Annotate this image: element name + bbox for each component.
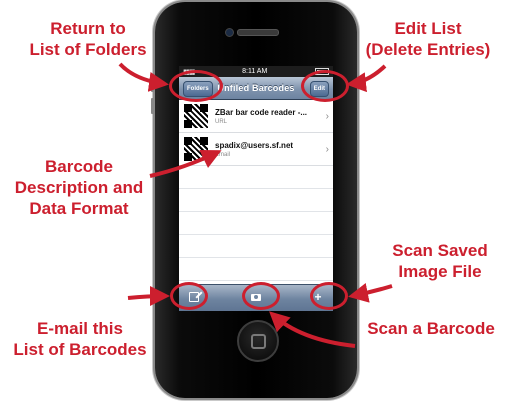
arrow-scan-saved — [348, 283, 393, 303]
arrow-edit — [346, 64, 387, 93]
annotation-arrows — [118, 62, 393, 348]
arrow-folders — [118, 62, 169, 92]
arrow-email — [127, 286, 170, 307]
arrow-scan-barcode — [269, 311, 356, 348]
arrow-barcode-description — [149, 149, 222, 178]
